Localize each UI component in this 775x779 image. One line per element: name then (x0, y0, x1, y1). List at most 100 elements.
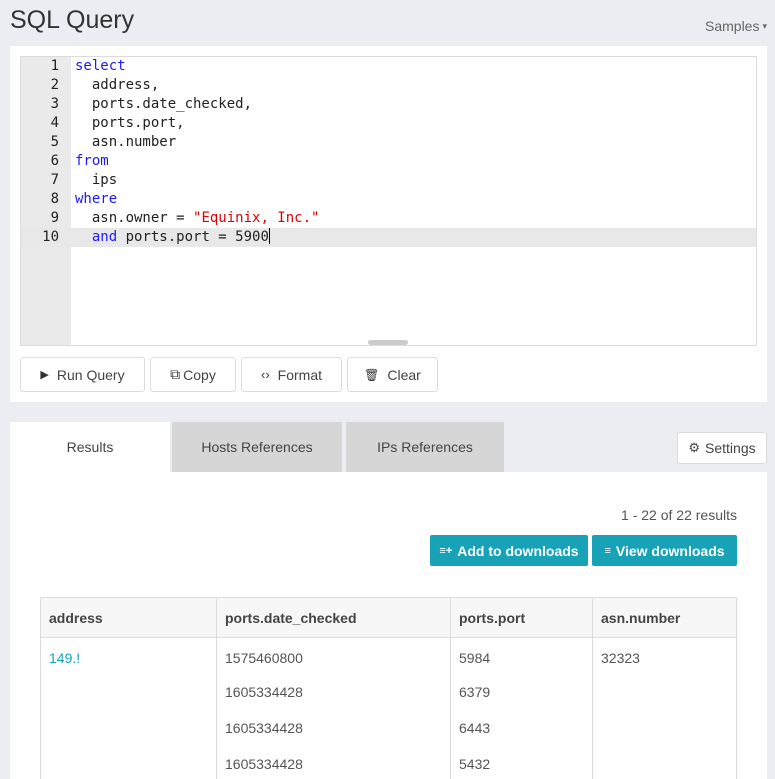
sql-keyword: and (91, 229, 118, 245)
clear-label: Clear (387, 366, 421, 383)
code-line[interactable]: 2 address, (21, 76, 756, 95)
cell-asn-number (592, 709, 737, 746)
table-row: 1605334428 6379 (40, 673, 737, 710)
line-number: 2 (50, 77, 59, 93)
play-icon: ▶ (40, 369, 49, 381)
code-text[interactable]: select (75, 57, 126, 76)
add-to-downloads-label: Add to downloads (457, 542, 579, 559)
format-button[interactable]: ‹› Format (241, 357, 342, 392)
query-editor-card: 1 select 2 address, 3 ports.date_checked, 4 … (10, 46, 767, 402)
table-row: 149.! 1575460800 5984 32323 (40, 637, 737, 674)
copy-icon: ⧉ (170, 366, 181, 382)
code-text[interactable]: ports.port, (75, 114, 185, 133)
code-text[interactable]: address, (75, 76, 159, 95)
copy-label: Copy (183, 366, 216, 383)
sql-token: address, (75, 77, 160, 93)
text-cursor (268, 228, 270, 244)
code-lines[interactable]: 1 select 2 address, 3 ports.date_checked, 4 … (21, 57, 756, 247)
samples-label: Samples (705, 18, 760, 34)
sql-token: ports.port, (75, 115, 185, 131)
sql-token: asn.number (75, 134, 177, 150)
column-header-port[interactable]: ports.port (450, 597, 593, 638)
chevron-down-icon: ▾ (762, 21, 767, 31)
tab-hosts-references[interactable]: Hosts References (172, 422, 344, 472)
code-text[interactable]: and ports.port = 5900 (75, 228, 270, 247)
line-number: 8 (50, 191, 59, 207)
line-number: 4 (50, 115, 59, 131)
code-line[interactable]: 7 ips (21, 171, 756, 190)
address-link[interactable]: 149.! (49, 650, 80, 666)
sql-token: ips (75, 172, 118, 188)
cell-address: 149.! (40, 637, 217, 674)
copy-button[interactable]: ⧉ Copy (150, 357, 236, 392)
code-line[interactable]: 9 asn.owner = "Equinix, Inc." (21, 209, 756, 228)
tab-results[interactable]: Results (10, 422, 170, 472)
code-text[interactable]: ports.date_checked, (75, 95, 252, 114)
code-line[interactable]: 6 from (21, 152, 756, 171)
sql-editor[interactable]: 1 select 2 address, 3 ports.date_checked, 4 … (20, 56, 757, 346)
code-line[interactable]: 8 where (21, 190, 756, 209)
line-number: 1 (50, 58, 59, 74)
cell-address (40, 709, 217, 746)
format-label: Format (277, 366, 322, 383)
code-text[interactable]: asn.owner = "Equinix, Inc." (75, 209, 320, 228)
code-line[interactable]: 1 select (21, 57, 756, 76)
settings-button[interactable]: ⚙ Settings (677, 432, 767, 464)
gear-icon: ⚙ (688, 440, 701, 455)
sql-token: ports.date_checked, (75, 96, 253, 112)
results-panel: 1 - 22 of 22 results ≡+ Add to downloads … (10, 472, 767, 779)
trash-icon: 🗑 (364, 367, 380, 382)
cell-date-checked: 1605334428 (216, 673, 451, 710)
list-icon: ≡ (604, 544, 611, 557)
page-title: SQL Query (10, 6, 135, 34)
code-line[interactable]: 3 ports.date_checked, (21, 95, 756, 114)
sql-string: "Equinix, Inc." (193, 210, 320, 226)
add-to-downloads-button[interactable]: ≡+ Add to downloads (430, 535, 588, 566)
line-number: 10 (42, 229, 59, 245)
code-line[interactable]: 4 ports.port, (21, 114, 756, 133)
samples-dropdown[interactable]: Samples ▾ (705, 18, 767, 34)
line-number: 3 (50, 96, 59, 112)
table-header-row: address ports.date_checked ports.port as… (40, 597, 737, 638)
cell-date-checked: 1605334428 (216, 709, 451, 746)
sql-token: asn.owner = (75, 210, 194, 226)
sql-keyword: from (75, 153, 109, 169)
view-downloads-label: View downloads (615, 542, 725, 559)
sql-keyword: where (75, 191, 118, 207)
column-header-date-checked[interactable]: ports.date_checked (216, 597, 451, 638)
cell-port: 6379 (450, 673, 593, 710)
code-text[interactable]: from (75, 152, 109, 171)
line-number: 7 (50, 172, 59, 188)
cell-asn-number (592, 745, 737, 779)
cell-address (40, 745, 217, 779)
table-row: 1605334428 6443 (40, 709, 737, 746)
table-row: 1605334428 5432 (40, 745, 737, 779)
results-table: address ports.date_checked ports.port as… (40, 597, 737, 779)
clear-button[interactable]: 🗑 Clear (347, 357, 438, 392)
cell-address (40, 673, 217, 710)
code-text[interactable]: where (75, 190, 117, 209)
cell-asn-number (592, 673, 737, 710)
code-line[interactable]: 10 and ports.port = 5900 (21, 228, 756, 247)
sql-token: ports.port = 5900 (117, 229, 269, 245)
settings-label: Settings (705, 440, 756, 456)
view-downloads-button[interactable]: ≡ View downloads (592, 535, 737, 566)
run-query-button[interactable]: ▶ Run Query (20, 357, 145, 392)
line-number: 9 (50, 210, 59, 226)
line-number: 5 (50, 134, 59, 150)
playlist-add-icon: ≡+ (439, 544, 453, 557)
editor-resize-handle[interactable] (368, 340, 408, 345)
results-count: 1 - 22 of 22 results (621, 507, 737, 523)
column-header-asn-number[interactable]: asn.number (592, 597, 737, 638)
tab-ips-references[interactable]: IPs References (346, 422, 506, 472)
column-header-address[interactable]: address (40, 597, 217, 638)
code-line[interactable]: 5 asn.number (21, 133, 756, 152)
code-text[interactable]: ips (75, 171, 117, 190)
code-text[interactable]: asn.number (75, 133, 176, 152)
cell-port: 6443 (450, 709, 593, 746)
sql-keyword: select (75, 58, 126, 74)
cell-port: 5432 (450, 745, 593, 779)
cell-port: 5984 (450, 637, 593, 674)
cell-date-checked: 1575460800 (216, 637, 451, 674)
